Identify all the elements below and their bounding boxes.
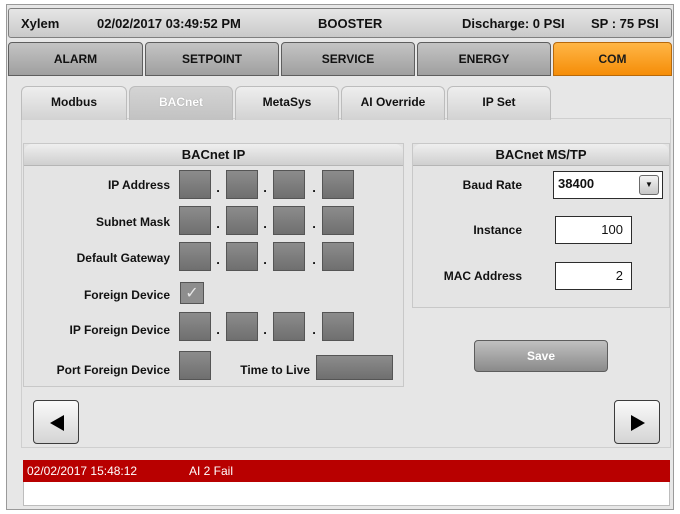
default-gateway-label: Default Gateway bbox=[76, 251, 170, 265]
mac-address-label: MAC Address bbox=[443, 269, 522, 283]
subtab-ai-override[interactable]: AI Override bbox=[341, 86, 445, 120]
ip-foreign-device-octet-4[interactable] bbox=[322, 312, 354, 341]
ip-address-octet-3[interactable] bbox=[273, 170, 305, 199]
baud-rate-value: 38400 bbox=[558, 176, 595, 191]
port-foreign-device-field[interactable] bbox=[179, 351, 211, 380]
gateway-octet-3[interactable] bbox=[273, 242, 305, 271]
tab-energy[interactable]: ENERGY bbox=[417, 42, 551, 76]
octet-dot: . bbox=[312, 180, 316, 195]
gateway-octet-1[interactable] bbox=[179, 242, 211, 271]
octet-dot: . bbox=[263, 216, 267, 231]
tab-service[interactable]: SERVICE bbox=[281, 42, 415, 76]
tab-alarm[interactable]: ALARM bbox=[8, 42, 143, 76]
alarm-timestamp: 02/02/2017 15:48:12 bbox=[27, 464, 138, 478]
right-triangle-icon bbox=[631, 415, 645, 431]
mac-address-input[interactable]: 2 bbox=[555, 262, 632, 290]
previous-button[interactable] bbox=[33, 400, 79, 444]
bacnet-ip-title: BACnet IP bbox=[24, 144, 403, 166]
time-to-live-field[interactable] bbox=[316, 355, 393, 380]
datetime-label: 02/02/2017 03:49:52 PM bbox=[97, 16, 241, 31]
octet-dot: . bbox=[216, 252, 220, 267]
ip-foreign-device-label: IP Foreign Device bbox=[69, 323, 170, 337]
ip-address-label: IP Address bbox=[107, 178, 170, 192]
alarm-message: AI 2 Fail bbox=[189, 464, 234, 478]
ip-foreign-device-octet-3[interactable] bbox=[273, 312, 305, 341]
save-button[interactable]: Save bbox=[474, 340, 608, 372]
setpoint-label: SP : 75 PSI bbox=[591, 16, 659, 31]
octet-dot: . bbox=[216, 180, 220, 195]
subtab-ip-set[interactable]: IP Set bbox=[447, 86, 551, 120]
octet-dot: . bbox=[312, 322, 316, 337]
octet-dot: . bbox=[216, 216, 220, 231]
subnet-mask-octet-2[interactable] bbox=[226, 206, 258, 235]
time-to-live-label: Time to Live bbox=[240, 363, 310, 377]
tab-com[interactable]: COM bbox=[553, 42, 672, 76]
ip-foreign-device-octet-1[interactable] bbox=[179, 312, 211, 341]
octet-dot: . bbox=[263, 322, 267, 337]
chevron-down-icon: ▼ bbox=[645, 180, 653, 189]
octet-dot: . bbox=[263, 252, 267, 267]
ip-address-octet-2[interactable] bbox=[226, 170, 258, 199]
discharge-label: Discharge: 0 PSI bbox=[462, 16, 565, 31]
instance-label: Instance bbox=[473, 223, 522, 237]
subnet-mask-octet-3[interactable] bbox=[273, 206, 305, 235]
main-tabs: ALARM SETPOINT SERVICE ENERGY COM bbox=[8, 42, 672, 76]
octet-dot: . bbox=[312, 252, 316, 267]
subtab-metasys[interactable]: MetaSys bbox=[235, 86, 339, 120]
ip-address-octet-1[interactable] bbox=[179, 170, 211, 199]
ip-foreign-device-octet-2[interactable] bbox=[226, 312, 258, 341]
ip-address-octet-4[interactable] bbox=[322, 170, 354, 199]
foreign-device-checkbox[interactable]: ✓ bbox=[180, 282, 204, 304]
subnet-mask-label: Subnet Mask bbox=[95, 215, 170, 229]
tab-setpoint[interactable]: SETPOINT bbox=[145, 42, 279, 76]
mode-label: BOOSTER bbox=[318, 16, 383, 31]
instance-input[interactable]: 100 bbox=[555, 216, 632, 244]
gateway-octet-4[interactable] bbox=[322, 242, 354, 271]
next-button[interactable] bbox=[614, 400, 660, 444]
subnet-mask-octet-4[interactable] bbox=[322, 206, 354, 235]
brand-label: Xylem bbox=[21, 16, 60, 31]
port-foreign-device-label: Port Foreign Device bbox=[56, 363, 170, 377]
subtab-bacnet[interactable]: BACnet bbox=[129, 86, 233, 120]
foreign-device-label: Foreign Device bbox=[83, 288, 170, 302]
subtab-modbus[interactable]: Modbus bbox=[21, 86, 127, 120]
status-header: Xylem 02/02/2017 03:49:52 PM BOOSTER Dis… bbox=[8, 8, 672, 38]
dropdown-button[interactable]: ▼ bbox=[639, 175, 659, 195]
bacnet-mstp-title: BACnet MS/TP bbox=[413, 144, 669, 166]
octet-dot: . bbox=[216, 322, 220, 337]
active-alarm-row[interactable]: 02/02/2017 15:48:12 AI 2 Fail bbox=[23, 460, 670, 482]
left-triangle-icon bbox=[50, 415, 64, 431]
gateway-octet-2[interactable] bbox=[226, 242, 258, 271]
alarm-list-area bbox=[23, 482, 670, 506]
octet-dot: . bbox=[312, 216, 316, 231]
checkmark-icon: ✓ bbox=[185, 285, 199, 302]
baud-rate-label: Baud Rate bbox=[462, 178, 522, 192]
octet-dot: . bbox=[263, 180, 267, 195]
subnet-mask-octet-1[interactable] bbox=[179, 206, 211, 235]
